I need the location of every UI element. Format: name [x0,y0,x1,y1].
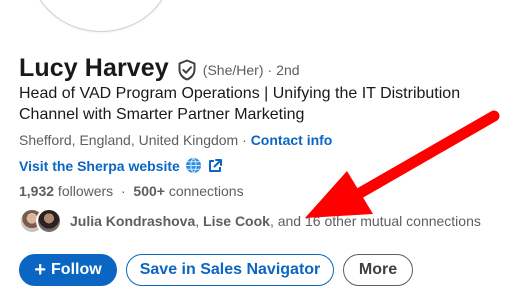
location-text: Shefford, England, United Kingdom [19,132,239,148]
pronouns: (She/Her) [202,62,264,78]
mutual-connections-text[interactable]: Julia Kondrashova, Lise Cook, and 16 oth… [70,213,481,229]
mutual-name-1: Julia Kondrashova [70,213,196,229]
mutual-avatar-2 [36,208,62,234]
location-row: Shefford, England, United Kingdom · Cont… [19,132,332,148]
network-stats: 1,932 followers · 500+ connections [19,183,244,199]
verified-shield-icon[interactable] [177,59,197,81]
mutual-rest: , and 16 other mutual connections [269,213,481,229]
location-separator: · [238,132,251,148]
mutual-name-2: Lise Cook [203,213,270,229]
followers-count[interactable]: 1,932 [19,183,54,199]
profile-headline: Head of VAD Program Operations | Unifyin… [19,85,461,123]
connections-label: connections [164,183,244,199]
follow-label: Follow [51,261,102,278]
follow-button[interactable]: + Follow [19,254,117,286]
more-button[interactable]: More [343,254,413,286]
connection-degree: 2nd [276,62,300,78]
plus-icon: + [34,259,47,281]
profile-photo[interactable] [30,0,172,32]
save-in-sales-navigator-button[interactable]: Save in Sales Navigator [126,254,334,286]
external-link-icon[interactable] [207,158,223,174]
mutual-connections[interactable]: Julia Kondrashova, Lise Cook, and 16 oth… [19,208,481,234]
degree-separator: · [267,62,273,78]
contact-info-link[interactable]: Contact info [251,132,333,148]
action-buttons: + Follow Save in Sales Navigator More [19,254,413,286]
mutual-separator: , [195,213,204,229]
profile-name: Lucy Harvey [19,54,169,82]
stats-separator: · [113,183,134,199]
website-row[interactable]: Visit the Sherpa website [19,157,223,174]
globe-icon [185,157,202,174]
followers-label: followers [54,183,114,199]
name-row: Lucy Harvey (She/Her) · 2nd [19,54,300,83]
website-link[interactable]: Visit the Sherpa website [19,158,180,174]
connections-count[interactable]: 500+ [133,183,165,199]
